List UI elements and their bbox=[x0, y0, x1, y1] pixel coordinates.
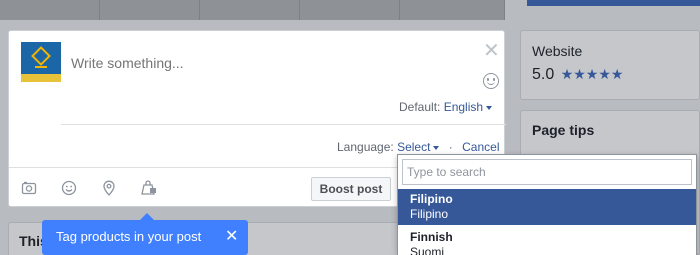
language-dropdown-menu: Filipino Filipino Finnish Suomi bbox=[397, 154, 697, 255]
close-composer-icon[interactable]: ✕ bbox=[483, 41, 500, 61]
page-tips-title: Page tips bbox=[532, 122, 595, 138]
background-nav-segment bbox=[300, 0, 400, 20]
cancel-language-button[interactable]: Cancel bbox=[462, 140, 499, 154]
website-rating: 5.0 ★★★★★ bbox=[532, 66, 623, 84]
chevron-down-icon bbox=[486, 105, 493, 110]
language-option-name: Finnish bbox=[410, 230, 453, 244]
avatar-logo-band bbox=[21, 74, 61, 82]
website-panel bbox=[520, 30, 700, 100]
camera-icon[interactable] bbox=[21, 180, 37, 196]
default-language-selector[interactable]: English bbox=[443, 100, 493, 114]
composer-divider bbox=[61, 124, 506, 125]
tooltip-close-icon[interactable]: ✕ bbox=[225, 220, 238, 253]
avatar-logo-text bbox=[35, 66, 47, 68]
background-nav-segment bbox=[400, 0, 505, 20]
language-select-dropdown[interactable]: Select bbox=[397, 140, 440, 154]
language-option-native: Filipino bbox=[410, 207, 449, 221]
emoji-icon[interactable] bbox=[61, 180, 77, 196]
background-nav-segment bbox=[100, 0, 200, 20]
emoji-picker-icon[interactable] bbox=[483, 73, 499, 89]
tag-products-tooltip: Tag products in your post ✕ bbox=[42, 213, 248, 255]
post-text-input[interactable] bbox=[71, 55, 431, 71]
separator-dot: · bbox=[448, 140, 453, 154]
tooltip-arrow bbox=[140, 213, 154, 220]
default-language-value: English bbox=[443, 100, 484, 114]
language-option-name: Filipino bbox=[410, 192, 453, 206]
language-search-input[interactable] bbox=[402, 159, 692, 185]
language-option-finnish[interactable]: Finnish Suomi bbox=[398, 227, 696, 255]
background-nav-segment bbox=[200, 0, 300, 20]
location-pin-icon[interactable] bbox=[101, 180, 117, 196]
page-avatar[interactable] bbox=[21, 42, 61, 82]
language-option-native: Suomi bbox=[410, 245, 445, 255]
background-nav-segment bbox=[0, 0, 100, 20]
background-blue-bar bbox=[527, 0, 700, 6]
chevron-down-icon bbox=[433, 145, 440, 150]
tooltip-text: Tag products in your post bbox=[56, 229, 202, 244]
language-row: Language: Select · Cancel bbox=[337, 140, 499, 154]
website-title: Website bbox=[532, 43, 583, 59]
default-language-label: Default: bbox=[399, 100, 441, 114]
default-language-row: Default: English bbox=[399, 100, 493, 114]
language-label: Language: bbox=[337, 140, 394, 154]
boost-post-button[interactable]: Boost post bbox=[311, 177, 391, 201]
emoji-mouth bbox=[487, 81, 495, 85]
product-tag-icon[interactable] bbox=[141, 180, 157, 196]
background-nav-strip bbox=[0, 0, 505, 20]
rating-value: 5.0 bbox=[532, 66, 555, 83]
language-option-filipino[interactable]: Filipino Filipino bbox=[398, 189, 696, 225]
avatar-logo-diamond bbox=[31, 46, 51, 66]
rating-stars-icon: ★★★★★ bbox=[560, 66, 624, 82]
language-select-label: Select bbox=[397, 140, 431, 154]
